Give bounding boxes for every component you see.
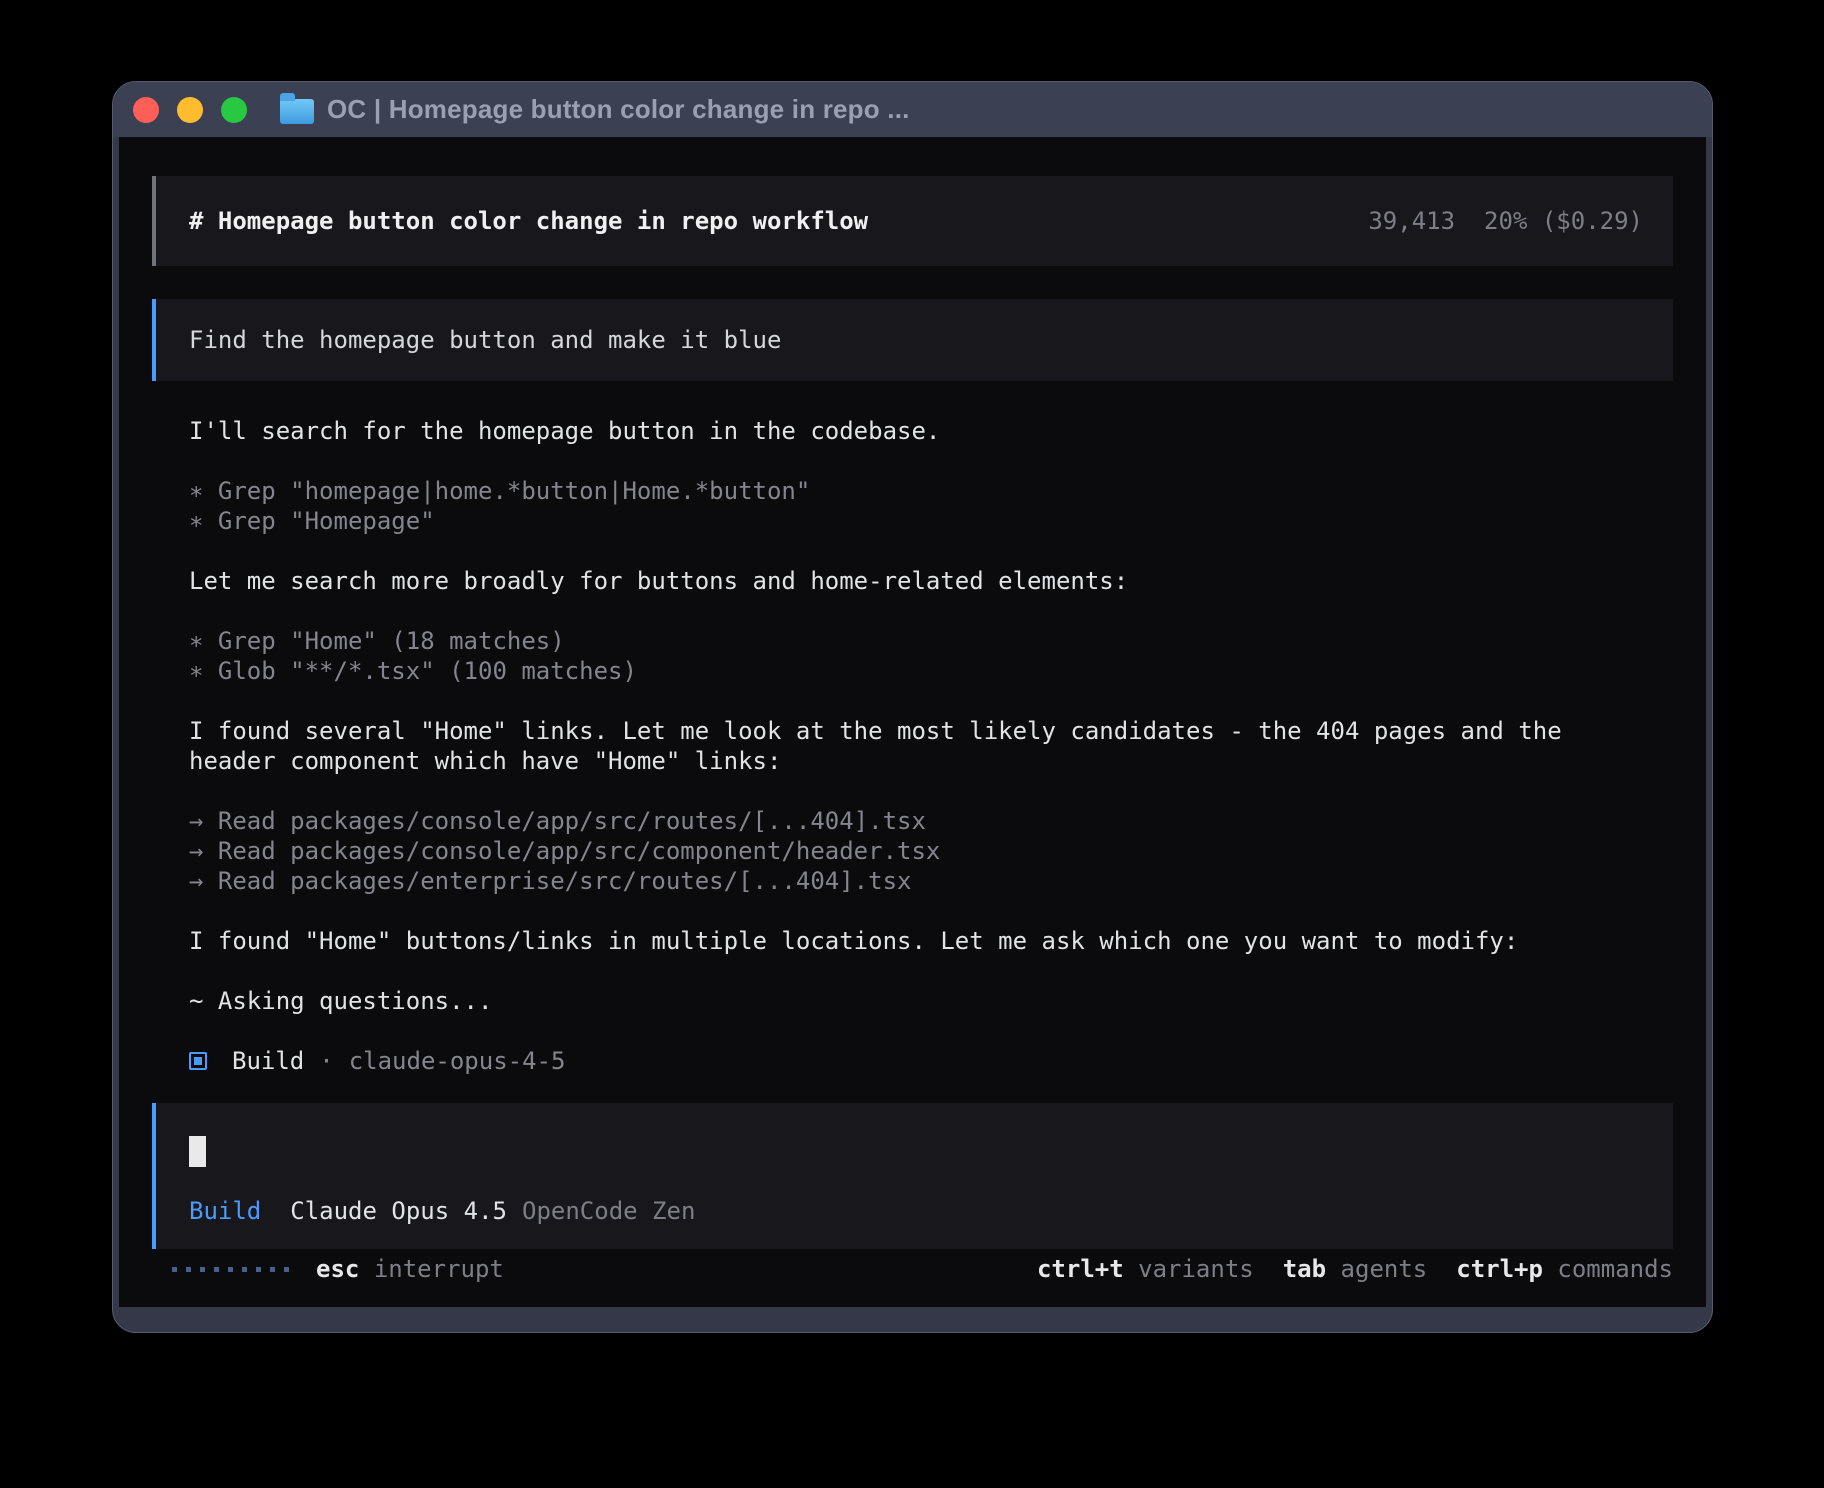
input-status-row: Build Claude Opus 4.5 OpenCode Zen: [189, 1196, 1640, 1226]
titlebar-title-group: OC | Homepage button color change in rep…: [280, 94, 910, 125]
keybind-label: variants: [1124, 1255, 1254, 1283]
keybind-key: tab: [1283, 1255, 1326, 1283]
tool-call-text: Read packages/enterprise/src/routes/[...…: [203, 867, 911, 895]
tool-call-line: → Read packages/console/app/src/componen…: [189, 836, 1673, 866]
asterisk-bullet-icon: ∗: [189, 507, 203, 535]
minimize-button[interactable]: [177, 97, 203, 123]
tool-call-line: ∗ Grep "Home" (18 matches): [189, 626, 1673, 656]
prompt-input[interactable]: Build Claude Opus 4.5 OpenCode Zen: [152, 1103, 1673, 1249]
assistant-text-line: I'll search for the homepage button in t…: [189, 416, 1673, 446]
blank-line: [189, 776, 1673, 806]
agent-status-row: Build · claude-opus-4-5: [189, 1046, 1673, 1076]
asterisk-bullet-icon: ∗: [189, 627, 203, 655]
interrupt-key: esc: [316, 1255, 359, 1283]
interrupt-label: interrupt: [374, 1255, 504, 1283]
tool-call-text: Read packages/console/app/src/component/…: [203, 837, 940, 865]
keybind-hint-agents: tab agents: [1283, 1255, 1428, 1283]
working-spinner-dots: [172, 1267, 289, 1272]
window-controls: [133, 97, 247, 123]
spinner-dot: [284, 1267, 289, 1272]
tool-call-text: Read packages/console/app/src/routes/[..…: [203, 807, 925, 835]
asterisk-bullet-icon: ∗: [189, 657, 203, 685]
spinner-dot: [186, 1267, 191, 1272]
token-count: 39,413: [1368, 207, 1455, 235]
arrow-right-icon: →: [189, 837, 203, 865]
input-line[interactable]: [189, 1136, 1640, 1166]
footer-left: esc interrupt: [172, 1255, 504, 1283]
spinner-dot: [172, 1267, 177, 1272]
folder-icon: [280, 99, 314, 124]
user-message: Find the homepage button and make it blu…: [152, 299, 1673, 381]
keybind-key: ctrl+p: [1456, 1255, 1543, 1283]
tool-call-line: → Read packages/console/app/src/routes/[…: [189, 806, 1673, 836]
session-title: # Homepage button color change in repo w…: [189, 207, 868, 235]
window-title: OC | Homepage button color change in rep…: [327, 94, 910, 125]
spinner-dot: [270, 1267, 275, 1272]
close-button[interactable]: [133, 97, 159, 123]
tool-call-line: ∗ Glob "**/*.tsx" (100 matches): [189, 656, 1673, 686]
conversation: I'll search for the homepage button in t…: [189, 416, 1673, 1076]
blank-line: [189, 686, 1673, 716]
keybind-label: commands: [1543, 1255, 1673, 1283]
asterisk-bullet-icon: ∗: [189, 477, 203, 505]
assistant-text-line: I found "Home" buttons/links in multiple…: [189, 926, 1673, 956]
user-message-text: Find the homepage button and make it blu…: [189, 326, 781, 354]
tool-call-text: Grep "homepage|home.*button|Home.*button…: [203, 477, 810, 505]
tool-call-text: Grep "Home" (18 matches): [203, 627, 564, 655]
agent-build-icon-inner: [194, 1057, 202, 1065]
keybind-label: agents: [1326, 1255, 1427, 1283]
terminal-content: # Homepage button color change in repo w…: [119, 137, 1706, 1307]
assistant-text-line: header component which have "Home" links…: [189, 746, 1673, 776]
agent-build-icon: [189, 1052, 207, 1070]
zoom-button[interactable]: [221, 97, 247, 123]
input-spacer: [189, 1166, 1640, 1196]
tool-call-text: Grep "Homepage": [203, 507, 434, 535]
tool-call-line: → Read packages/enterprise/src/routes/[.…: [189, 866, 1673, 896]
arrow-right-icon: →: [189, 807, 203, 835]
text-cursor: [189, 1136, 206, 1167]
context-usage: 20% ($0.29): [1484, 207, 1643, 235]
input-provider-label: OpenCode Zen: [522, 1196, 695, 1226]
footer-hints: ctrl+t variants tab agents ctrl+p commands: [1037, 1255, 1673, 1283]
agent-name: Build: [232, 1046, 304, 1076]
blank-line: [189, 596, 1673, 626]
interrupt-hint: esc interrupt: [316, 1255, 504, 1283]
assistant-text-line: I found several "Home" links. Let me loo…: [189, 716, 1673, 746]
session-stats: 39,413 20% ($0.29): [1368, 207, 1643, 235]
keybind-key: ctrl+t: [1037, 1255, 1124, 1283]
assistant-text-line: Let me search more broadly for buttons a…: [189, 566, 1673, 596]
spinner-dot: [242, 1267, 247, 1272]
tool-call-line: ∗ Grep "homepage|home.*button|Home.*butt…: [189, 476, 1673, 506]
spinner-dot: [214, 1267, 219, 1272]
separator-dot: ·: [319, 1046, 333, 1076]
blank-line: [189, 896, 1673, 926]
agent-model: claude-opus-4-5: [349, 1046, 566, 1076]
blank-line: [189, 1016, 1673, 1046]
blank-line: [189, 536, 1673, 566]
blank-line: [189, 956, 1673, 986]
input-agent-label: Build: [189, 1196, 261, 1226]
spinner-dot: [256, 1267, 261, 1272]
spinner-dot: [228, 1267, 233, 1272]
titlebar: OC | Homepage button color change in rep…: [113, 82, 1712, 137]
blank-line: [189, 446, 1673, 476]
arrow-right-icon: →: [189, 867, 203, 895]
session-header: # Homepage button color change in repo w…: [152, 176, 1673, 266]
terminal-window: OC | Homepage button color change in rep…: [112, 81, 1713, 1333]
tool-call-line: ∗ Grep "Homepage": [189, 506, 1673, 536]
assistant-text-line: ~ Asking questions...: [189, 986, 1673, 1016]
keybind-hint-commands: ctrl+p commands: [1456, 1255, 1673, 1283]
keybind-hint-variants: ctrl+t variants: [1037, 1255, 1254, 1283]
status-footer: esc interrupt ctrl+t variantstab agentsc…: [152, 1254, 1673, 1284]
tool-call-text: Glob "**/*.tsx" (100 matches): [203, 657, 636, 685]
spinner-dot: [200, 1267, 205, 1272]
input-model-label: Claude Opus 4.5: [290, 1196, 507, 1226]
